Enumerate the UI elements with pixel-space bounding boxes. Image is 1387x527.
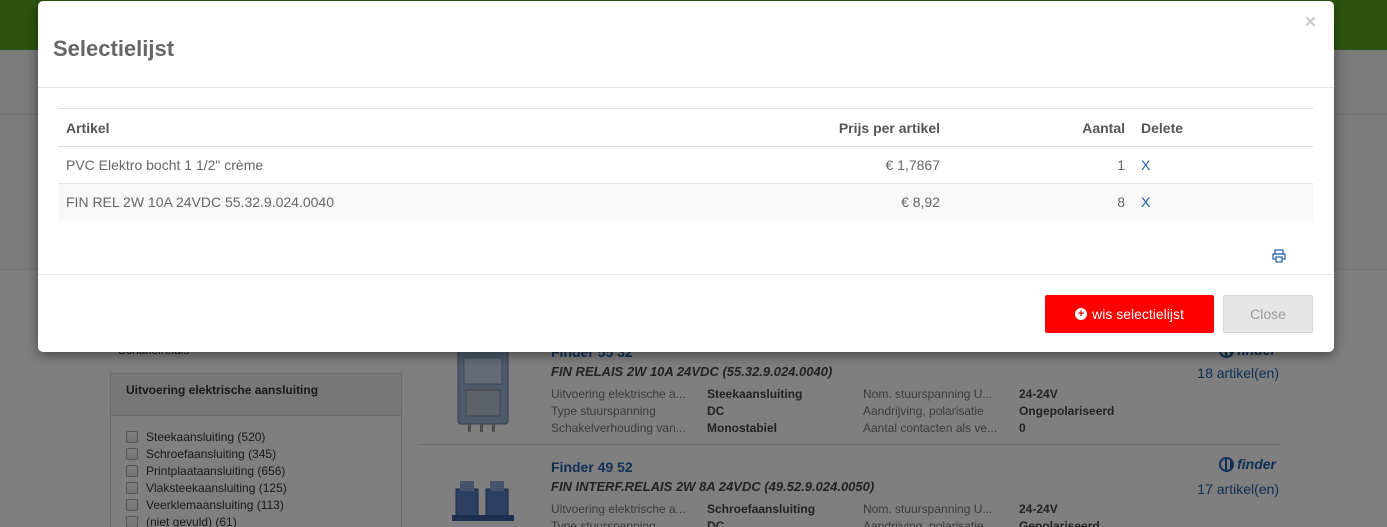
delete-row-button[interactable]: X xyxy=(1141,157,1150,173)
cell-artikel: FIN REL 2W 10A 24VDC 55.32.9.024.0040 xyxy=(58,183,748,221)
table-header-row: Artikel Prijs per artikel Aantal Delete xyxy=(58,108,1313,147)
column-header-aantal: Aantal xyxy=(948,108,1133,147)
clear-selection-button[interactable]: + wis selectielijst xyxy=(1045,295,1214,333)
cell-aantal: 1 xyxy=(948,146,1133,184)
cell-aantal: 8 xyxy=(948,183,1133,221)
printer-icon[interactable] xyxy=(1272,249,1286,263)
selection-list-modal: Selectielijst × Artikel Prijs per artike… xyxy=(38,1,1334,352)
close-button[interactable]: Close xyxy=(1223,295,1313,333)
close-icon[interactable]: × xyxy=(1305,13,1316,33)
modal-title: Selectielijst xyxy=(53,36,175,61)
column-header-prijs: Prijs per artikel xyxy=(748,108,948,147)
cell-artikel: PVC Elektro bocht 1 1/2" crème xyxy=(58,146,748,184)
table-row: PVC Elektro bocht 1 1/2" crème € 1,7867 … xyxy=(58,146,1313,184)
selection-table: Artikel Prijs per artikel Aantal Delete … xyxy=(58,108,1313,221)
plus-circle-icon: + xyxy=(1075,308,1088,320)
column-header-delete: Delete xyxy=(1133,108,1313,147)
table-row: FIN REL 2W 10A 24VDC 55.32.9.024.0040 € … xyxy=(58,183,1313,221)
cell-prijs: € 8,92 xyxy=(748,183,948,221)
modal-footer: + wis selectielijst Close xyxy=(38,274,1334,352)
delete-row-button[interactable]: X xyxy=(1141,194,1150,210)
cell-prijs: € 1,7867 xyxy=(748,146,948,184)
column-header-artikel: Artikel xyxy=(58,108,748,147)
modal-header: Selectielijst × xyxy=(38,1,1334,88)
